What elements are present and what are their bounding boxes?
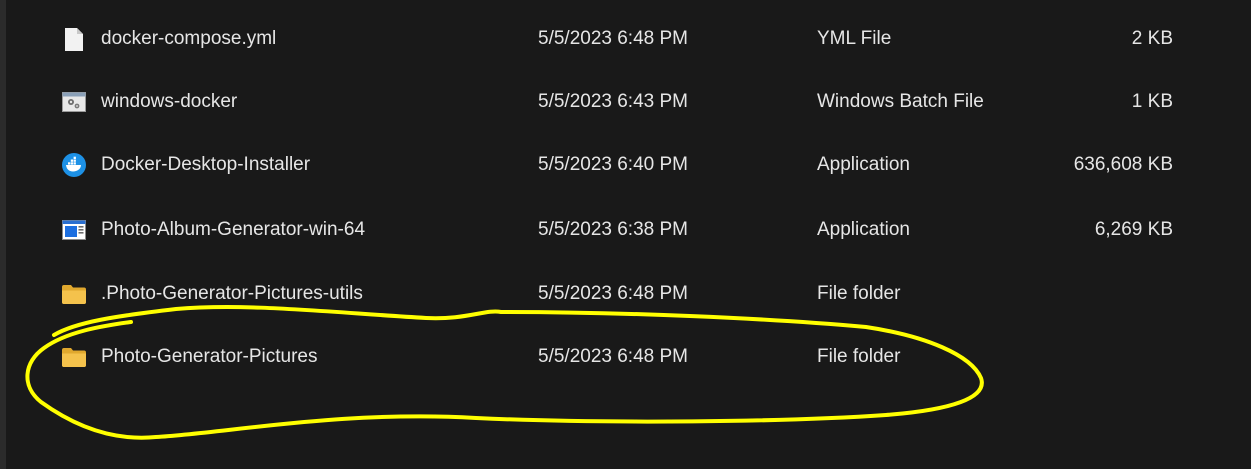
folder-icon — [62, 272, 86, 316]
file-type: Application — [817, 154, 910, 175]
file-row-photo-generator-pictures[interactable]: Photo-Generator-Pictures 5/5/2023 6:48 P… — [6, 335, 1251, 379]
file-name: docker-compose.yml — [101, 28, 277, 49]
file-name: .Photo-Generator-Pictures-utils — [101, 283, 363, 304]
file-type: YML File — [817, 28, 892, 49]
file-name: Photo-Album-Generator-win-64 — [101, 219, 366, 240]
file-date-modified: 5/5/2023 6:43 PM — [538, 91, 688, 112]
file-date-modified: 5/5/2023 6:40 PM — [538, 154, 688, 175]
batch-file-icon — [62, 80, 86, 124]
file-size: 2 KB — [1131, 28, 1173, 49]
file-row-photo-generator-pictures-utils[interactable]: .Photo-Generator-Pictures-utils 5/5/2023… — [6, 272, 1251, 316]
file-date-modified: 5/5/2023 6:48 PM — [538, 283, 688, 304]
file-type: Windows Batch File — [817, 91, 984, 112]
file-name: Docker-Desktop-Installer — [101, 154, 311, 175]
document-icon — [62, 17, 86, 61]
file-size: 636,608 KB — [1073, 154, 1173, 175]
file-date-modified: 5/5/2023 6:48 PM — [538, 346, 688, 367]
file-date-modified: 5/5/2023 6:38 PM — [538, 219, 688, 240]
file-size: 1 KB — [1131, 91, 1173, 112]
application-window-icon — [62, 208, 86, 252]
file-explorer-window: docker-compose.yml 5/5/2023 6:48 PM YML … — [0, 0, 1251, 469]
file-type: File folder — [817, 346, 901, 367]
file-row-docker-desktop-installer[interactable]: Docker-Desktop-Installer 5/5/2023 6:40 P… — [6, 143, 1251, 187]
file-row-photo-album-generator[interactable]: Photo-Album-Generator-win-64 5/5/2023 6:… — [6, 208, 1251, 252]
file-row-windows-docker[interactable]: windows-docker 5/5/2023 6:43 PM Windows … — [6, 80, 1251, 124]
docker-whale-icon — [62, 143, 86, 187]
file-type: File folder — [817, 283, 901, 304]
file-type: Application — [817, 219, 910, 240]
file-row-docker-compose[interactable]: docker-compose.yml 5/5/2023 6:48 PM YML … — [6, 17, 1251, 61]
file-name: windows-docker — [101, 91, 238, 112]
file-date-modified: 5/5/2023 6:48 PM — [538, 28, 688, 49]
file-name: Photo-Generator-Pictures — [101, 346, 318, 367]
file-size: 6,269 KB — [1094, 219, 1173, 240]
folder-icon — [62, 335, 86, 379]
